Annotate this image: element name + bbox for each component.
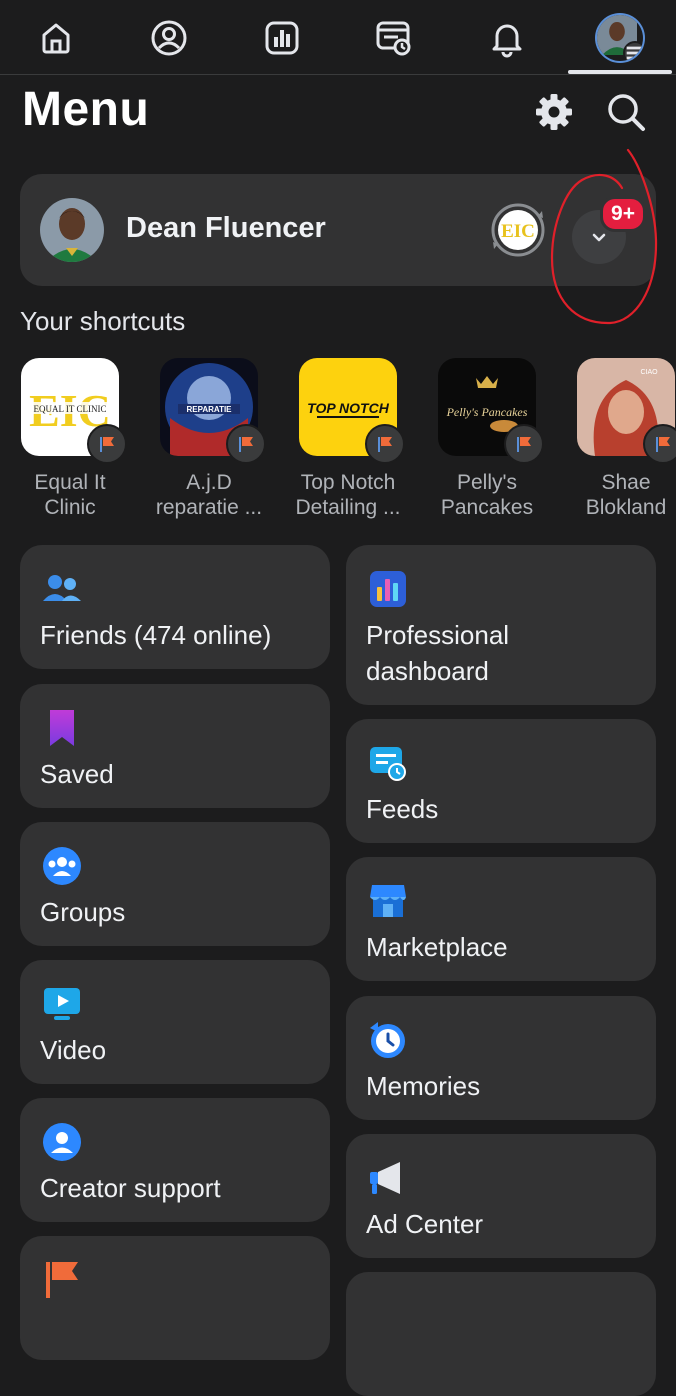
page-flag-icon — [365, 424, 405, 464]
ad-center-icon — [370, 1162, 400, 1194]
saved-icon — [50, 710, 74, 746]
profile-icon — [151, 20, 187, 56]
ajd-logo-text: REPARATIE — [186, 405, 232, 414]
profile-card[interactable]: Dean Fluencer EIC 9+ — [20, 174, 656, 286]
shae-photo-text: CIAO — [640, 369, 658, 376]
tile-label: Professional dashboard — [366, 620, 510, 686]
page-switch-icon: EIC — [491, 203, 545, 257]
professional-dashboard-tile[interactable]: Professional dashboard — [346, 545, 656, 705]
marketplace-icon — [370, 885, 406, 917]
chevron-down-icon — [592, 233, 606, 242]
memories-tile[interactable]: Memories — [346, 996, 656, 1120]
memories-icon — [370, 1022, 405, 1058]
friends-tile[interactable]: Friends (474 online) — [20, 545, 330, 669]
shortcut-label: A.j.D reparatie ... — [155, 471, 263, 519]
switch-page-button[interactable]: EIC — [490, 202, 546, 258]
profile-avatar — [40, 198, 104, 262]
pages-tile[interactable] — [20, 1236, 330, 1360]
tile-label: Ad Center — [366, 1209, 484, 1239]
tile-label: Marketplace — [366, 932, 508, 962]
page-flag-icon — [87, 424, 127, 464]
home-tab[interactable] — [26, 10, 86, 66]
shortcuts-heading: Your shortcuts — [20, 306, 186, 336]
professional-dashboard-icon — [370, 571, 406, 607]
creator-support-icon — [43, 1123, 81, 1161]
shortcut-label: Equal It Clinic — [34, 471, 106, 519]
video-icon — [44, 988, 80, 1020]
page-flag-icon — [226, 424, 266, 464]
feeds-tile[interactable]: Feeds — [346, 719, 656, 843]
active-tab-indicator — [568, 70, 672, 74]
tile-label: Creator support — [40, 1173, 221, 1203]
page-title: Menu — [22, 83, 150, 136]
shortcut-label: Top Notch Detailing ... — [295, 471, 401, 519]
shortcut-thumbnail: EICEQUAL IT CLINIC — [21, 358, 127, 464]
tile-label: Feeds — [366, 794, 439, 824]
tile-label: Friends (474 online) — [40, 620, 272, 650]
feeds-tile-icon — [370, 747, 406, 781]
shortcut-thumbnail: TOP NOTCH — [299, 358, 405, 464]
tile-label: Memories — [366, 1071, 481, 1101]
profile-tab[interactable] — [139, 10, 199, 66]
video-tile[interactable]: Video — [20, 960, 330, 1084]
more-tile[interactable] — [346, 1272, 656, 1396]
shortcut-pellys-pancakes[interactable]: Pelly's Pancakes Pelly's Pancakes — [427, 358, 547, 520]
page-flag-icon — [504, 424, 544, 464]
shortcut-label: Pelly's Pancakes — [440, 471, 534, 519]
search-button[interactable] — [604, 90, 648, 134]
eic-logo-subtext: EQUAL IT CLINIC — [34, 404, 107, 414]
page-flag-icon — [643, 424, 676, 464]
top-notch-logo-text: TOP NOTCH — [307, 400, 390, 416]
creator-support-tile[interactable]: Creator support — [20, 1098, 330, 1222]
settings-button[interactable] — [532, 90, 576, 134]
groups-icon — [43, 847, 81, 885]
dashboard-tab[interactable] — [252, 10, 312, 66]
search-icon — [608, 94, 645, 131]
notifications-tab[interactable] — [477, 10, 537, 66]
tile-label: Saved — [40, 759, 114, 789]
shortcut-shae-blokland[interactable]: CIAO Shae Blokland — [566, 358, 676, 520]
notification-count-badge: 9+ — [600, 196, 646, 232]
marketplace-tile[interactable]: Marketplace — [346, 857, 656, 981]
svg-text:EIC: EIC — [501, 221, 535, 242]
notifications-icon — [492, 24, 522, 58]
top-navigation-bar — [0, 0, 676, 75]
profile-name: Dean Fluencer — [126, 212, 326, 244]
feeds-tab[interactable] — [364, 10, 424, 66]
menu-tab[interactable] — [590, 10, 650, 66]
saved-tile[interactable]: Saved — [20, 684, 330, 808]
shortcut-thumbnail: Pelly's Pancakes — [438, 358, 544, 464]
shortcut-top-notch[interactable]: TOP NOTCH Top Notch Detailing ... — [288, 358, 408, 520]
settings-icon — [536, 94, 572, 130]
shortcut-thumbnail: REPARATIE — [160, 358, 266, 464]
ad-center-tile[interactable]: Ad Center — [346, 1134, 656, 1258]
groups-tile[interactable]: Groups — [20, 822, 330, 946]
menu-lines-icon — [623, 41, 643, 61]
menu-avatar — [597, 15, 643, 61]
pages-flag-icon — [46, 1262, 78, 1298]
friends-icon — [43, 575, 81, 601]
feeds-icon — [376, 21, 411, 56]
shortcut-label: Shae Blokland — [585, 471, 667, 519]
shortcut-equal-it-clinic[interactable]: EICEQUAL IT CLINIC Equal It Clinic — [10, 358, 130, 520]
shortcut-thumbnail: CIAO — [577, 358, 676, 464]
tile-label: Groups — [40, 897, 126, 927]
pellys-logo-text: Pelly's Pancakes — [446, 405, 528, 419]
dashboard-icon — [265, 21, 299, 55]
home-icon — [42, 23, 70, 54]
shortcut-ajd-reparatie[interactable]: REPARATIE A.j.D reparatie ... — [149, 358, 269, 520]
tile-label: Video — [40, 1035, 107, 1065]
